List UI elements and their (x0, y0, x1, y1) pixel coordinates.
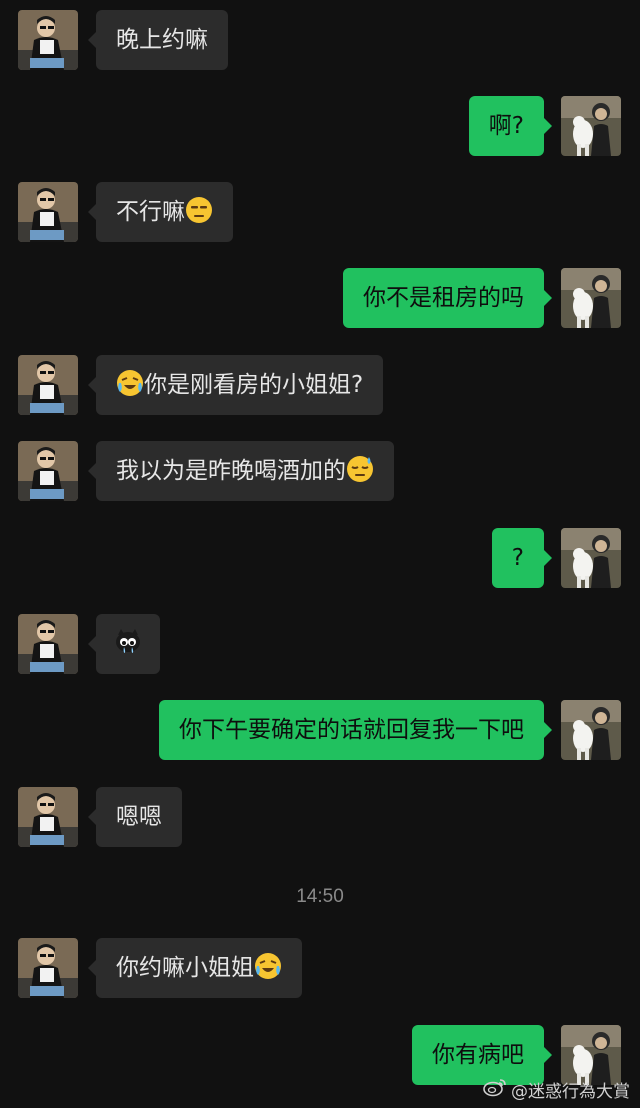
weibo-icon (483, 1077, 507, 1102)
message-bubble[interactable]: 你下午要确定的话就回复我一下吧 (159, 700, 552, 760)
contact-avatar[interactable] (18, 938, 78, 998)
message-row-incoming: 我以为是昨晚喝酒加的 (0, 441, 640, 503)
message-row-incoming: 你约嘛小姐姐 (0, 938, 640, 1000)
message-bubble[interactable]: ? (491, 528, 553, 588)
unamused-face-emoji (185, 196, 213, 224)
laughing-crying-face-emoji (116, 369, 144, 397)
message-bubble[interactable]: 晚上约嘛 (88, 10, 228, 70)
message-bubble[interactable]: 你不是租房的吗 (343, 268, 552, 328)
message-bubble[interactable]: 你有病吧 (412, 1025, 552, 1085)
message-bubble[interactable]: 你是刚看房的小姐姐? (87, 355, 384, 415)
contact-avatar[interactable] (18, 787, 78, 847)
watermark-text: @迷惑行為大賞 (511, 1082, 630, 1102)
message-bubble[interactable]: 你约嘛小姐姐 (88, 938, 302, 998)
contact-avatar[interactable] (18, 182, 78, 242)
laughing-crying-face-emoji (254, 952, 282, 980)
message-row-outgoing: 啊? (0, 96, 640, 158)
message-text: 你下午要确定的话就回复我一下吧 (179, 717, 524, 743)
message-row-incoming: 晚上约嘛 (0, 10, 640, 72)
watermark: @迷惑行為大賞 (483, 1077, 630, 1102)
message-row-outgoing: ? (0, 528, 640, 590)
message-text: 你不是租房的吗 (363, 285, 524, 311)
message-text: 我以为是昨晚喝酒加的 (116, 458, 346, 484)
my-avatar[interactable] (561, 268, 621, 328)
message-text: 晚上约嘛 (116, 27, 208, 53)
message-bubble[interactable]: 啊? (468, 96, 553, 156)
message-row-incoming (0, 614, 640, 676)
my-avatar[interactable] (561, 528, 621, 588)
downcast-sweat-face-emoji (346, 455, 374, 483)
message-row-incoming: 不行嘛 (0, 182, 640, 244)
my-avatar[interactable] (561, 1025, 621, 1085)
message-bubble[interactable]: 不行嘛 (88, 182, 233, 242)
message-text: ? (511, 545, 524, 571)
message-row-outgoing: 你下午要确定的话就回复我一下吧 (0, 700, 640, 762)
message-bubble[interactable]: 嗯嗯 (88, 787, 182, 847)
message-text: 不行嘛 (116, 199, 185, 225)
message-bubble[interactable] (88, 614, 160, 674)
my-avatar[interactable] (561, 700, 621, 760)
message-text: 你是刚看房的小姐姐? (144, 372, 364, 398)
contact-avatar[interactable] (18, 10, 78, 70)
my-avatar[interactable] (561, 96, 621, 156)
message-bubble[interactable]: 我以为是昨晚喝酒加的 (88, 441, 394, 501)
contact-avatar[interactable] (18, 441, 78, 501)
contact-avatar[interactable] (18, 355, 78, 415)
message-text: 啊? (488, 113, 524, 139)
chat-screen: 晚上约嘛 啊? 不行嘛 你不是租房的吗 你是刚看房的小姐姐? 我以为是昨晚喝酒加… (0, 0, 640, 1108)
message-row-outgoing: 你不是租房的吗 (0, 268, 640, 330)
message-text: 嗯嗯 (116, 804, 162, 830)
message-row-incoming: 你是刚看房的小姐姐? (0, 355, 640, 417)
contact-avatar[interactable] (18, 614, 78, 674)
message-text: 你有病吧 (432, 1042, 524, 1068)
chat-timestamp: 14:50 (296, 886, 344, 907)
message-text: 你约嘛小姐姐 (116, 955, 254, 981)
crying-cartoon-sticker (112, 625, 144, 657)
message-row-incoming: 嗯嗯 (0, 787, 640, 849)
